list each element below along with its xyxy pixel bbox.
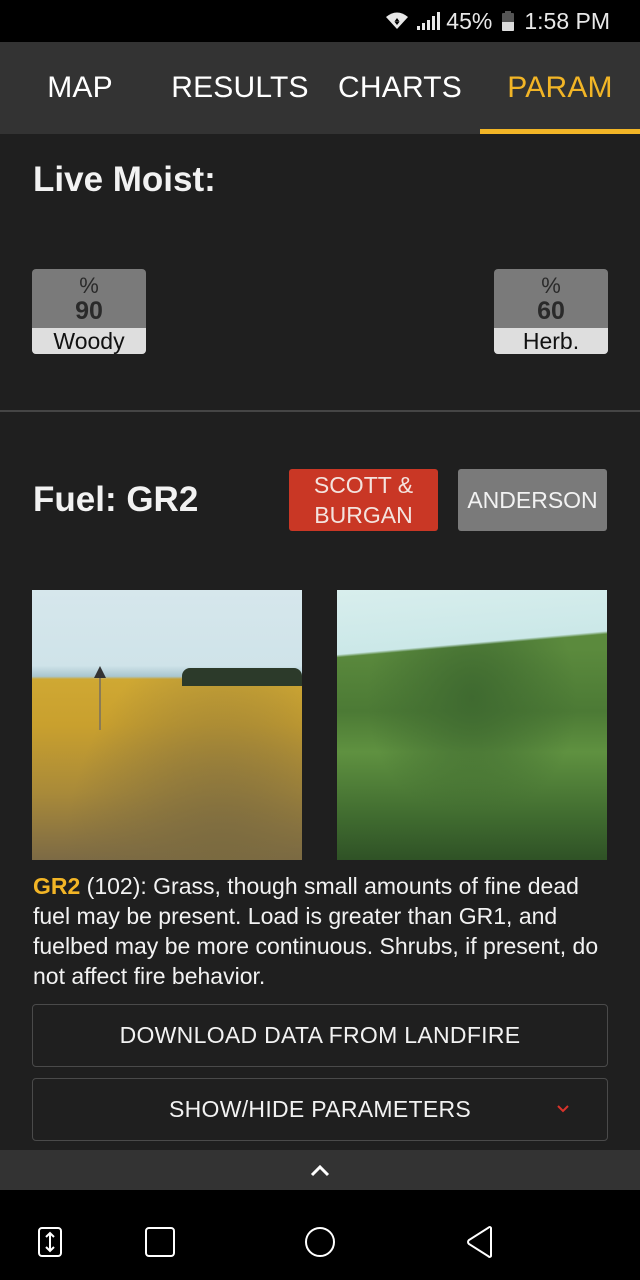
system-nav-bar <box>0 1190 640 1280</box>
tab-charts[interactable]: CHARTS <box>320 42 480 134</box>
tab-map[interactable]: MAP <box>0 42 160 134</box>
tab-results-label: RESULTS <box>171 71 309 104</box>
herb-label: Herb. <box>494 328 608 354</box>
collapse-panel-bar[interactable] <box>0 1150 640 1190</box>
woody-moisture-input[interactable]: % 90 Woody <box>32 269 146 354</box>
fuel-photo-dry-grass <box>32 590 302 860</box>
fuel-code: GR2 <box>33 873 81 899</box>
marker-sign-icon <box>94 666 106 678</box>
download-landfire-button[interactable]: DOWNLOAD DATA FROM LANDFIRE <box>32 1004 608 1067</box>
tab-param[interactable]: PARAM <box>480 42 640 134</box>
screen-extend-icon[interactable] <box>33 1225 67 1259</box>
fuel-description-text: (102): Grass, though small amounts of fi… <box>33 873 599 989</box>
battery-percent: 45% <box>446 7 493 34</box>
scott-burgan-button[interactable]: SCOTT & BURGAN <box>289 469 438 531</box>
download-landfire-label: DOWNLOAD DATA FROM LANDFIRE <box>119 1022 521 1048</box>
section-divider <box>0 410 640 412</box>
woody-label: Woody <box>32 328 146 354</box>
scott-burgan-label: SCOTT & BURGAN <box>313 472 414 528</box>
anderson-label: ANDERSON <box>467 487 598 513</box>
herb-unit: % <box>541 273 561 298</box>
tab-active-indicator <box>480 129 640 134</box>
live-moist-title: Live Moist: <box>33 160 216 199</box>
herb-value: 60 <box>537 297 565 325</box>
chevron-up-icon <box>310 1164 330 1177</box>
fuel-description: GR2 (102): Grass, though small amounts o… <box>33 871 613 991</box>
battery-icon <box>502 11 515 31</box>
clock: 1:58 PM <box>524 7 610 34</box>
tab-map-label: MAP <box>47 71 113 104</box>
chevron-down-icon <box>557 1105 569 1113</box>
woody-value: 90 <box>75 297 103 325</box>
tab-charts-label: CHARTS <box>338 71 462 104</box>
fuel-title: Fuel: GR2 <box>33 480 199 519</box>
signal-icon <box>417 12 441 30</box>
herb-moisture-input[interactable]: % 60 Herb. <box>494 269 608 354</box>
recent-apps-icon[interactable] <box>143 1225 177 1259</box>
tab-param-label: PARAM <box>507 71 613 104</box>
status-bar: 45% 1:58 PM <box>0 0 640 42</box>
woody-unit: % <box>79 273 99 298</box>
home-icon[interactable] <box>303 1225 337 1259</box>
anderson-button[interactable]: ANDERSON <box>458 469 607 531</box>
toggle-parameters-label: SHOW/HIDE PARAMETERS <box>168 1096 472 1122</box>
wifi-icon <box>386 12 409 29</box>
fuel-photo-green-grass <box>337 590 607 860</box>
tab-bar: MAP RESULTS CHARTS PARAM <box>0 42 640 134</box>
toggle-parameters-button[interactable]: SHOW/HIDE PARAMETERS <box>32 1078 608 1141</box>
tab-results[interactable]: RESULTS <box>160 42 320 134</box>
back-icon[interactable] <box>463 1225 497 1259</box>
